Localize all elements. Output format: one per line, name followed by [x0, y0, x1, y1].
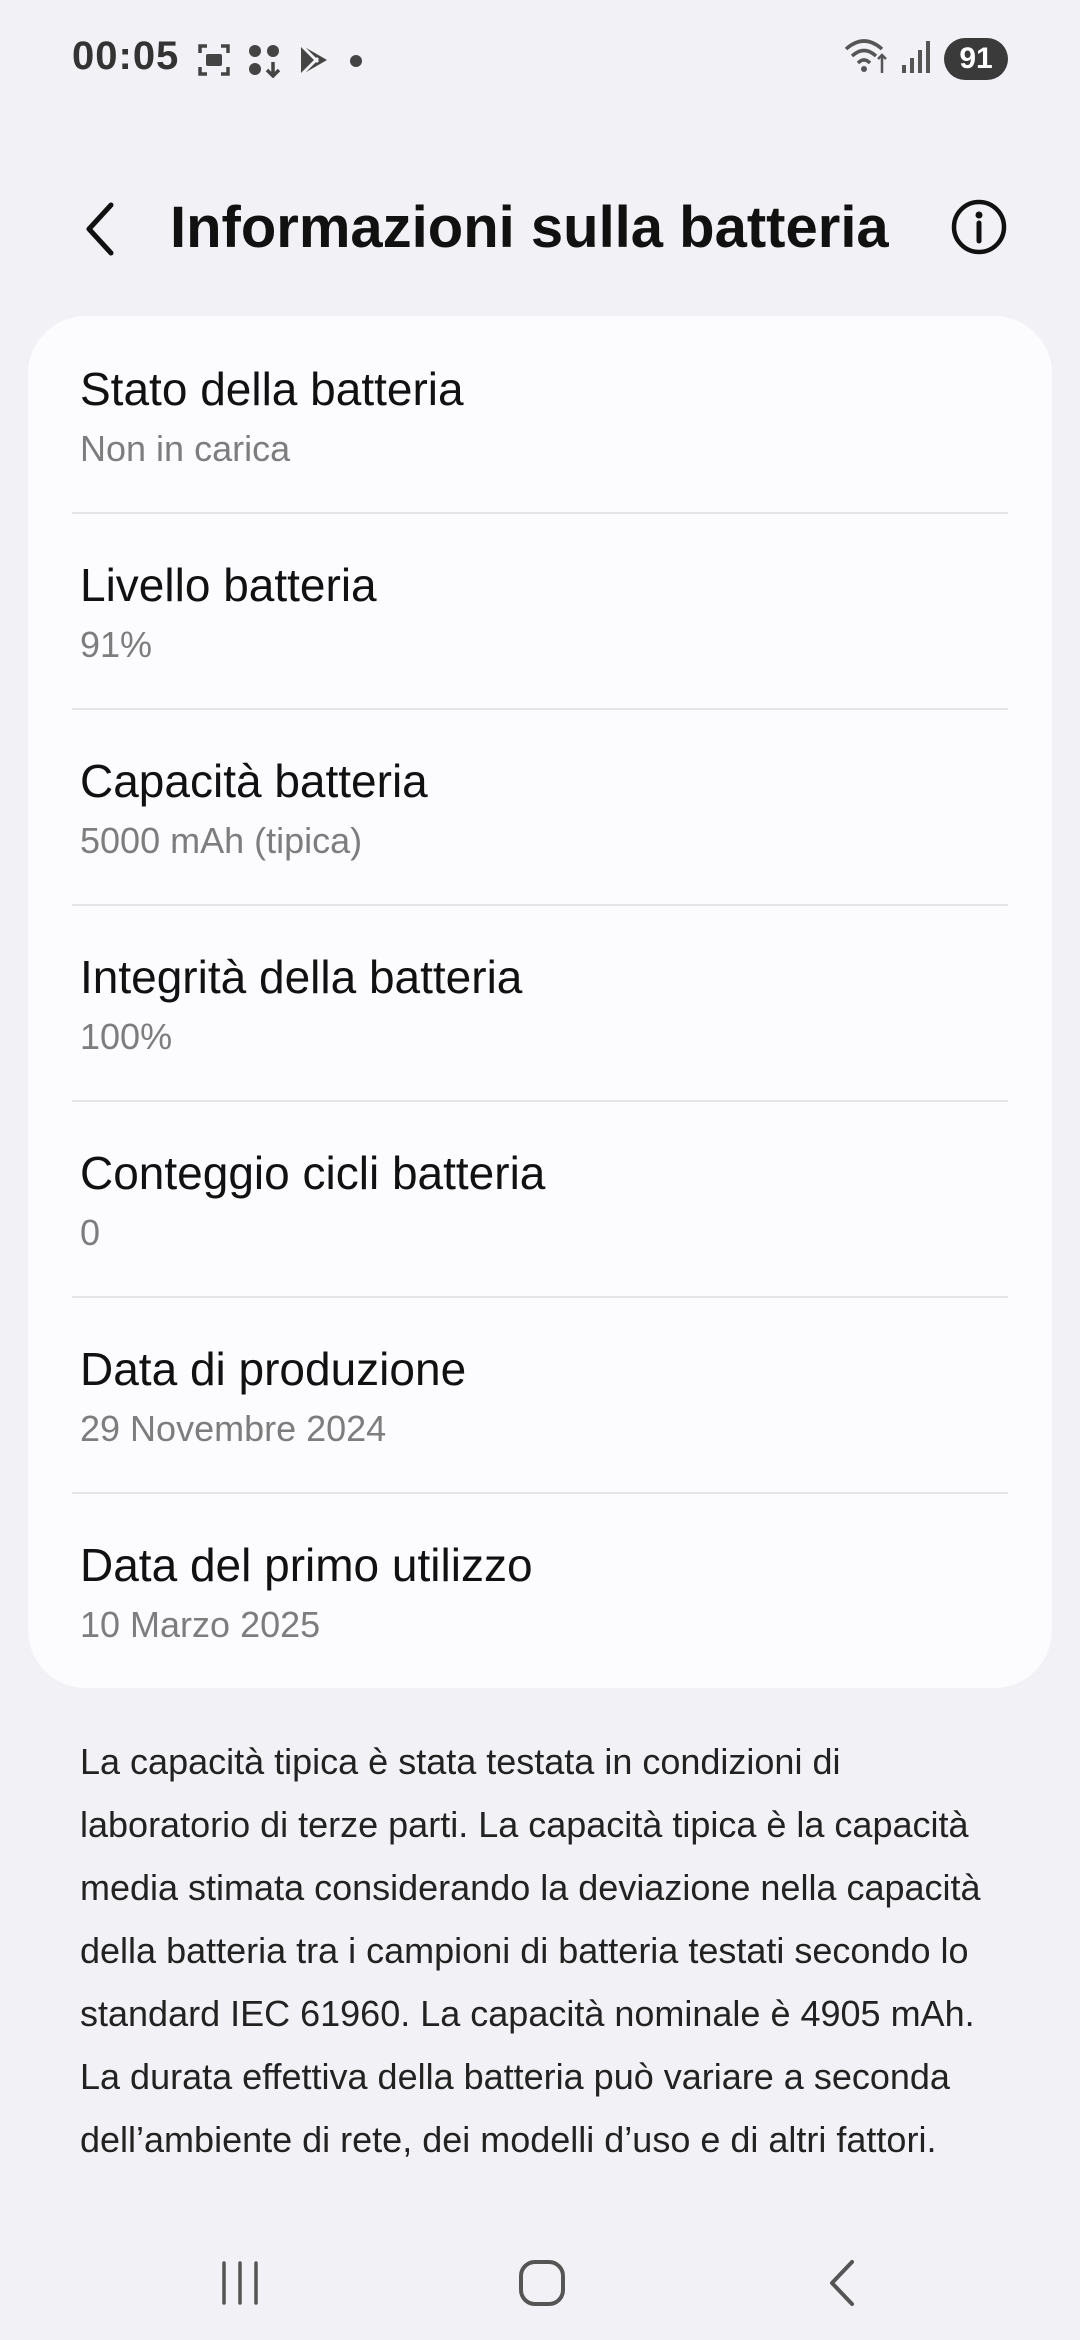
status-system-icons: 91 — [844, 36, 1008, 82]
dot-icon — [346, 42, 366, 78]
list-item-manufacture-date: Data di produzione 29 Novembre 2024 — [28, 1296, 1052, 1492]
info-button[interactable] — [944, 194, 1014, 264]
list-item-cycle-count: Conteggio cicli batteria 0 — [28, 1100, 1052, 1296]
battery-info-card: Stato della batteria Non in carica Livel… — [28, 316, 1052, 1688]
recent-apps-icon — [215, 2258, 265, 2313]
item-title: Conteggio cicli batteria — [80, 1147, 546, 1199]
list-item-battery-level: Livello batteria 91% — [28, 512, 1052, 708]
item-value: 29 Novembre 2024 — [80, 1408, 387, 1449]
item-value: Non in carica — [80, 428, 291, 469]
item-value: 100% — [80, 1016, 173, 1057]
info-icon — [950, 198, 1008, 261]
item-title: Integrità della batteria — [80, 951, 523, 1003]
page-title: Informazioni sulla batteria — [170, 195, 889, 260]
status-notification-icons — [196, 40, 366, 80]
back-nav-button[interactable] — [804, 2250, 884, 2320]
list-item-first-use-date: Data del primo utilizzo 10 Marzo 2025 — [28, 1492, 1052, 1688]
list-item-battery-capacity: Capacità batteria 5000 mAh (tipica) — [28, 708, 1052, 904]
status-bar: 00:05 91 — [0, 0, 1080, 120]
item-value: 10 Marzo 2025 — [80, 1604, 321, 1645]
recent-apps-button[interactable] — [200, 2250, 280, 2320]
wifi-icon — [844, 37, 890, 82]
app-bar: Informazioni sulla batteria — [0, 170, 1080, 290]
back-icon — [819, 2258, 869, 2313]
navigation-bar — [0, 2220, 1080, 2340]
status-time: 00:05 — [72, 34, 180, 78]
back-button[interactable] — [66, 196, 136, 266]
item-title: Stato della batteria — [80, 363, 464, 415]
apps-icon — [246, 42, 282, 78]
item-value: 91% — [80, 624, 153, 665]
screenshot-icon — [196, 42, 232, 78]
item-value: 0 — [80, 1212, 101, 1253]
list-item-battery-health: Integrità della batteria 100% — [28, 904, 1052, 1100]
home-icon — [516, 2257, 568, 2314]
capacity-footnote: La capacità tipica è stata testata in co… — [80, 1741, 981, 2160]
battery-level-badge: 91 — [944, 38, 1008, 80]
item-title: Livello batteria — [80, 559, 377, 611]
item-title: Data di produzione — [80, 1343, 467, 1395]
back-chevron-icon — [81, 199, 121, 264]
play-store-icon — [296, 42, 332, 78]
item-value: 5000 mAh (tipica) — [80, 820, 363, 861]
item-title: Data del primo utilizzo — [80, 1539, 533, 1591]
home-button[interactable] — [502, 2250, 582, 2320]
signal-icon — [900, 37, 934, 82]
list-item-battery-status: Stato della batteria Non in carica — [28, 316, 1052, 512]
item-title: Capacità batteria — [80, 755, 428, 807]
